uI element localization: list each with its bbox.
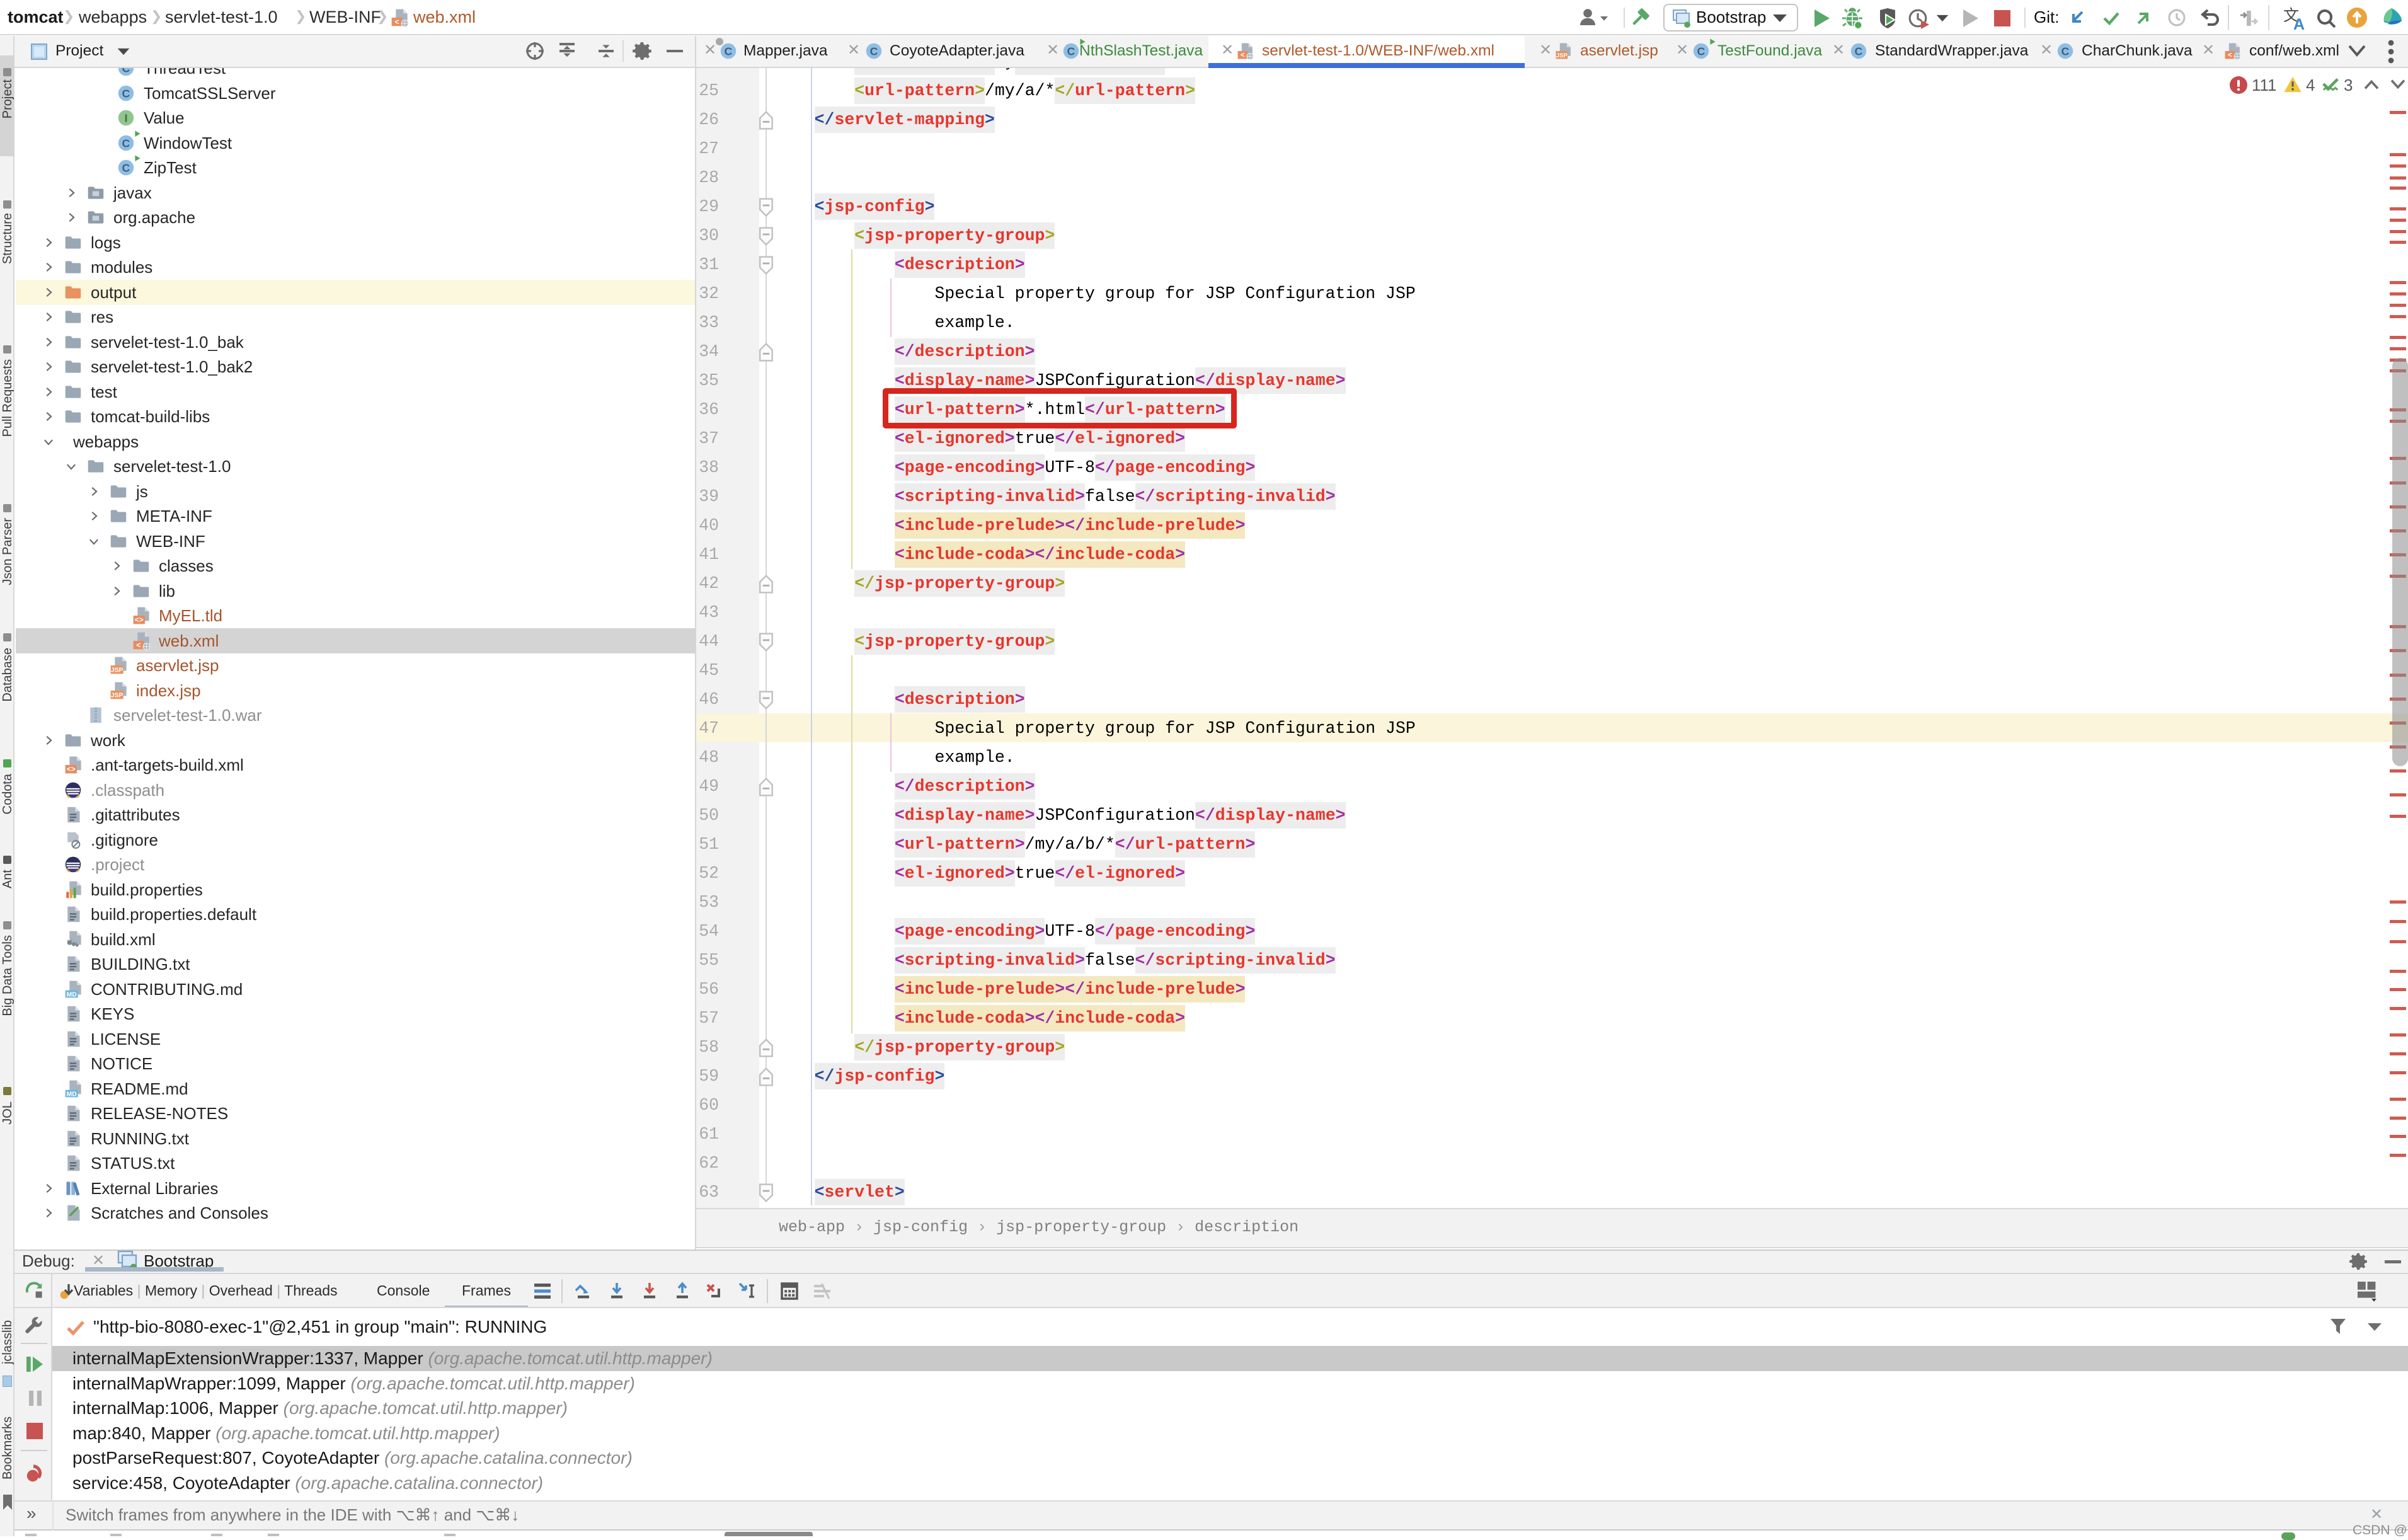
svg-text:A: A: [2293, 16, 2305, 31]
